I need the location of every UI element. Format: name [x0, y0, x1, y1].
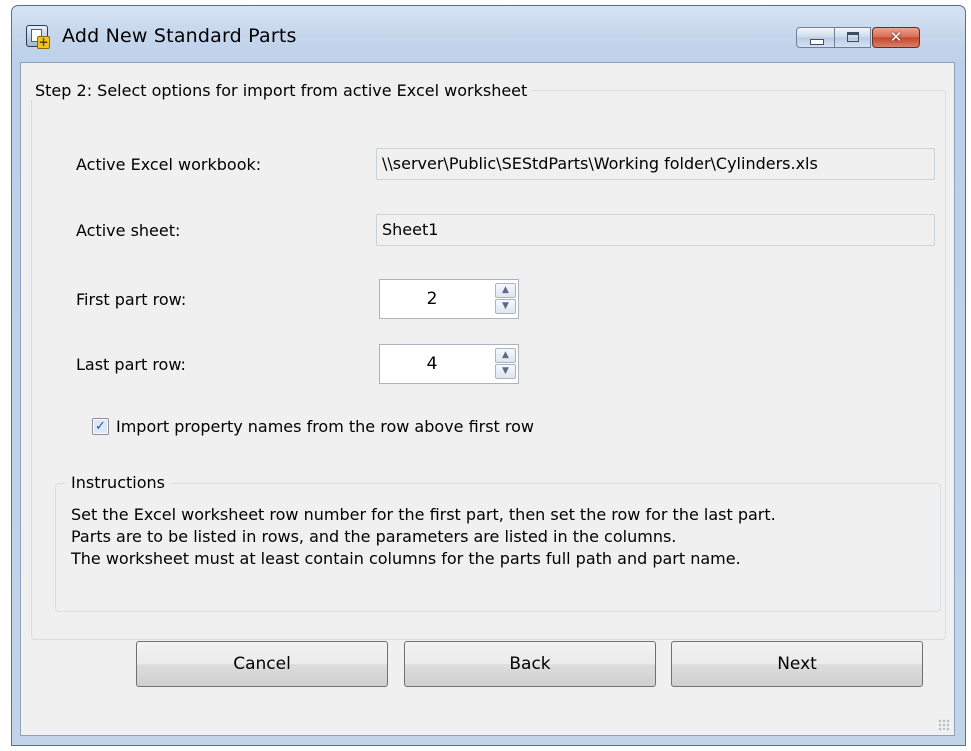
- import-names-label[interactable]: Import property names from the row above…: [116, 417, 534, 436]
- last-row-down-button[interactable]: ▼: [495, 364, 516, 379]
- last-row-up-button[interactable]: ▲: [495, 348, 516, 363]
- back-button[interactable]: Back: [404, 641, 656, 687]
- first-row-value[interactable]: 2: [380, 280, 484, 318]
- window-title: Add New Standard Parts: [62, 25, 297, 47]
- first-row-label: First part row:: [76, 290, 187, 309]
- close-icon: ✕: [889, 28, 903, 46]
- last-row-label: Last part row:: [76, 355, 186, 374]
- cancel-button[interactable]: Cancel: [136, 641, 388, 687]
- dialog-window: + Add New Standard Parts ✕ Step 2: Selec…: [11, 5, 966, 746]
- title-bar[interactable]: + Add New Standard Parts ✕: [12, 6, 965, 62]
- resize-grip[interactable]: [938, 719, 950, 731]
- close-button[interactable]: ✕: [872, 27, 920, 48]
- first-row-up-button[interactable]: ▲: [495, 283, 516, 298]
- last-row-stepper[interactable]: 4 ▲ ▼: [379, 344, 519, 384]
- instructions-text: Set the Excel worksheet row number for t…: [71, 505, 776, 568]
- first-row-stepper[interactable]: 2 ▲ ▼: [379, 279, 519, 319]
- dialog-client-area: Step 2: Select options for import from a…: [20, 62, 955, 736]
- first-row-down-button[interactable]: ▼: [495, 299, 516, 314]
- last-row-value[interactable]: 4: [380, 345, 484, 383]
- workbook-field: \\server\Public\SEStdParts\Working folde…: [376, 148, 935, 180]
- instructions-legend: Instructions: [66, 473, 170, 492]
- sheet-field: Sheet1: [376, 214, 935, 246]
- maximize-button[interactable]: [834, 27, 871, 48]
- minimize-button[interactable]: [796, 27, 835, 48]
- workbook-label: Active Excel workbook:: [76, 155, 262, 174]
- sheet-label: Active sheet:: [76, 221, 181, 240]
- maximize-icon: [847, 32, 859, 42]
- app-icon: +: [26, 25, 50, 49]
- next-button[interactable]: Next: [671, 641, 923, 687]
- checkmark-icon: ✓: [94, 419, 107, 434]
- minimize-icon: [810, 39, 824, 45]
- step-legend: Step 2: Select options for import from a…: [30, 81, 533, 100]
- import-names-checkbox[interactable]: ✓: [92, 418, 109, 435]
